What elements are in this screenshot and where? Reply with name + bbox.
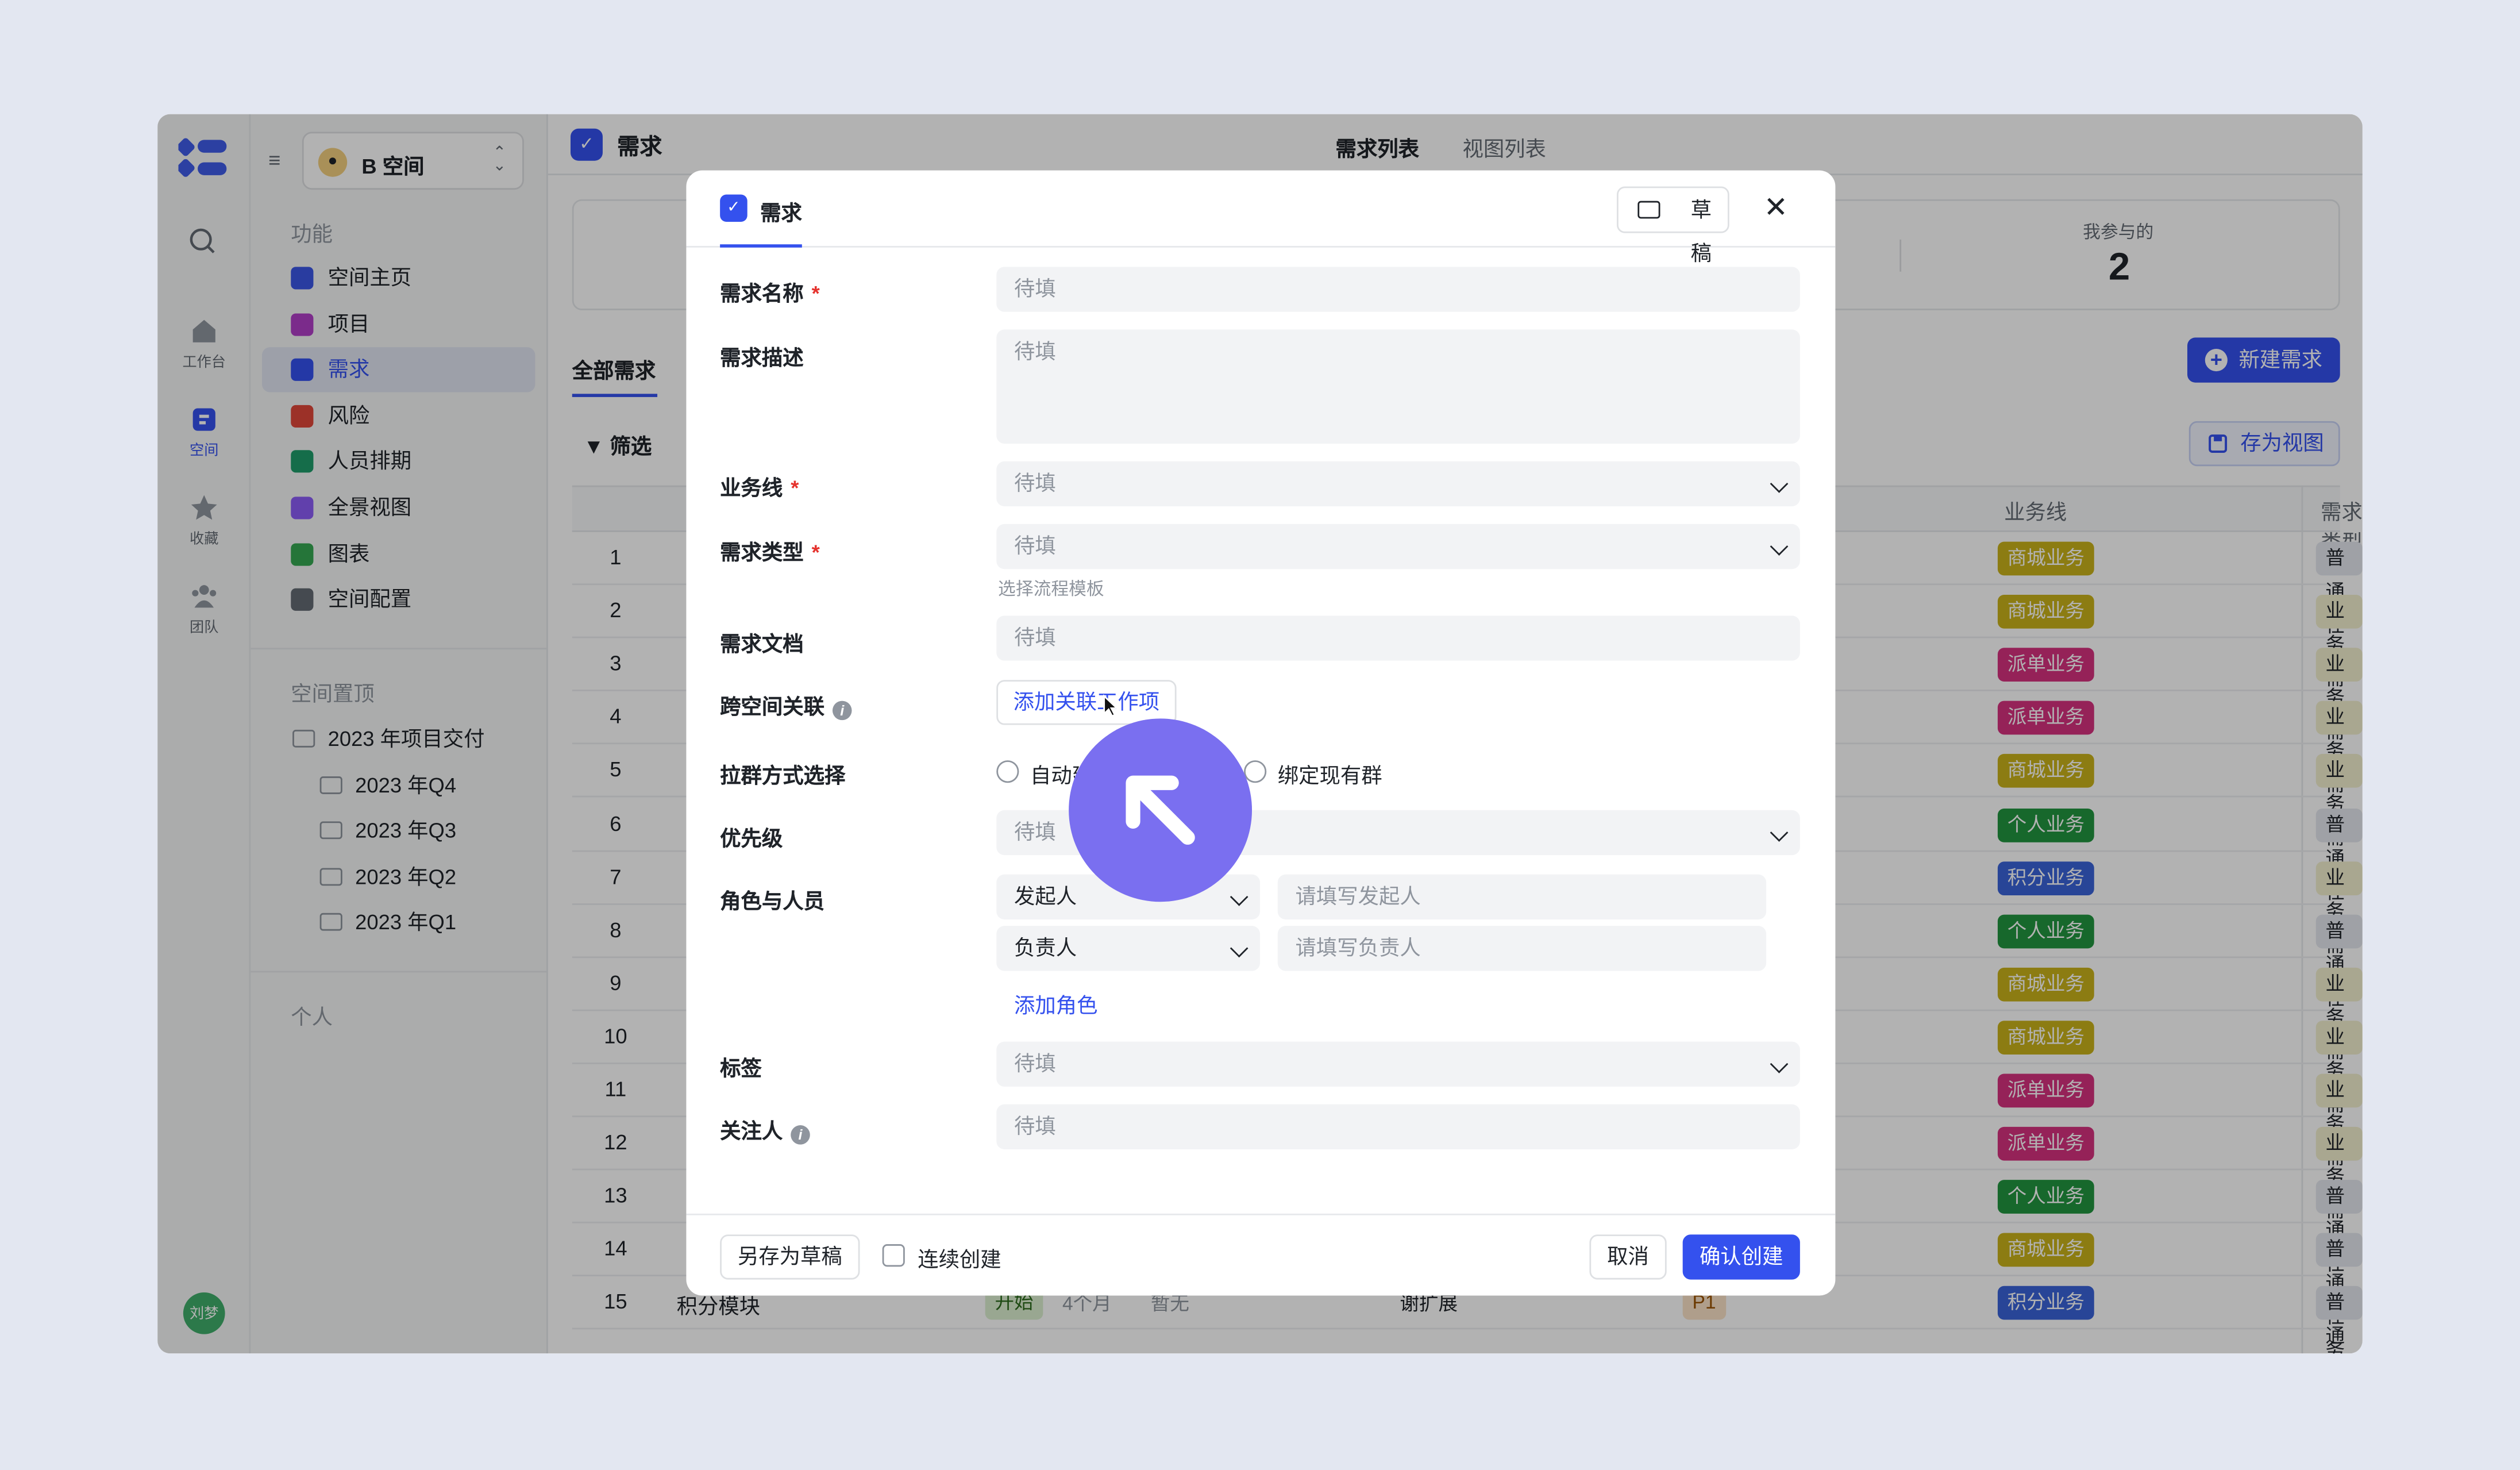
description-textarea[interactable]: 待填 xyxy=(996,329,1800,444)
select-placeholder: 待填 xyxy=(1014,819,1056,844)
required-mark: * xyxy=(811,540,820,564)
field-label-watchers: 关注人 i xyxy=(720,1114,810,1145)
field-label-priority: 优先级 xyxy=(720,826,783,851)
required-mark: * xyxy=(791,475,799,500)
label-text: 需求名称 xyxy=(720,281,804,306)
field-label-req-type: 需求类型 * xyxy=(720,535,820,565)
req-type-hint: 选择流程模板 xyxy=(998,580,1104,600)
field-label-tags: 标签 xyxy=(720,1056,762,1080)
chevron-down-icon xyxy=(1770,537,1789,556)
confirm-create-button[interactable]: 确认创建 xyxy=(1682,1234,1800,1280)
add-role-link[interactable]: 添加角色 xyxy=(1014,988,1097,1019)
req-type-select[interactable]: 待填 xyxy=(996,524,1800,569)
field-label-business-line: 业务线 * xyxy=(720,471,799,502)
dialog-footer: 另存为草稿 连续创建 取消 确认创建 xyxy=(686,1213,1836,1296)
mouse-cursor-icon xyxy=(1103,694,1119,717)
name-input[interactable]: 待填 xyxy=(996,267,1800,312)
save-as-draft-button[interactable]: 另存为草稿 xyxy=(720,1234,860,1280)
inbox-icon xyxy=(1637,201,1660,219)
watchers-input[interactable]: 待填 xyxy=(996,1104,1800,1149)
radio-bind-existing-group[interactable] xyxy=(1244,760,1267,783)
dialog-header: ✓ 需求 草稿 ✕ xyxy=(686,171,1836,265)
tags-select[interactable]: 待填 xyxy=(996,1041,1800,1087)
cancel-button[interactable]: 取消 xyxy=(1589,1234,1667,1280)
chevron-down-icon xyxy=(1770,475,1789,493)
add-linked-item-button[interactable]: 添加关联工作项 xyxy=(996,680,1177,725)
close-icon[interactable]: ✕ xyxy=(1762,190,1790,225)
select-placeholder: 待填 xyxy=(1014,533,1056,558)
field-label-roles: 角色与人员 xyxy=(720,888,825,913)
field-label-doc: 需求文档 xyxy=(720,632,804,656)
chevron-down-icon xyxy=(1230,939,1249,958)
chevron-down-icon xyxy=(1770,823,1789,842)
required-mark: * xyxy=(811,281,820,306)
field-label-name: 需求名称 * xyxy=(720,276,820,307)
field-label-group: 拉群方式选择 xyxy=(720,763,846,788)
info-icon[interactable]: i xyxy=(791,1125,810,1145)
info-icon[interactable]: i xyxy=(832,701,852,721)
chevron-down-icon xyxy=(1230,888,1249,906)
label-text: 业务线 xyxy=(720,475,783,500)
field-label-desc: 需求描述 xyxy=(720,345,804,370)
click-highlight xyxy=(1069,718,1253,902)
button-label: 草稿 xyxy=(1690,198,1712,265)
select-placeholder: 待填 xyxy=(1014,1051,1056,1076)
label-text: 需求类型 xyxy=(720,540,804,564)
chevron-down-icon xyxy=(1770,1055,1789,1073)
select-value: 发起人 xyxy=(1014,884,1077,909)
select-value: 负责人 xyxy=(1014,935,1077,960)
doc-input[interactable]: 待填 xyxy=(996,615,1800,661)
label-text: 关注人 xyxy=(720,1118,783,1143)
select-placeholder: 待填 xyxy=(1014,471,1056,495)
create-requirement-dialog: ✓ 需求 草稿 ✕ 需求名称 * 待填 需求描述 待填 业务线 * 待填 需求类型 *… xyxy=(686,170,1836,1296)
label-text: 跨空间关联 xyxy=(720,694,825,719)
role-select-owner[interactable]: 负责人 xyxy=(996,926,1261,971)
radio-auto-group[interactable] xyxy=(996,760,1019,783)
business-line-select[interactable]: 待填 xyxy=(996,461,1800,507)
radio-label-bind-group: 绑定现有群 xyxy=(1277,763,1382,788)
continuous-create-label: 连续创建 xyxy=(918,1247,1001,1272)
drafts-button[interactable]: 草稿 xyxy=(1616,186,1729,265)
continuous-create-checkbox[interactable] xyxy=(882,1244,905,1267)
owner-input[interactable]: 请填写负责人 xyxy=(1277,926,1767,971)
arrow-up-left-icon xyxy=(1126,775,1195,845)
requirement-icon: ✓ xyxy=(720,194,747,222)
initiator-input[interactable]: 请填写发起人 xyxy=(1277,874,1767,919)
title-underline xyxy=(720,244,802,248)
dialog-title: 需求 xyxy=(760,201,802,225)
field-label-cross-space: 跨空间关联 i xyxy=(720,690,852,721)
